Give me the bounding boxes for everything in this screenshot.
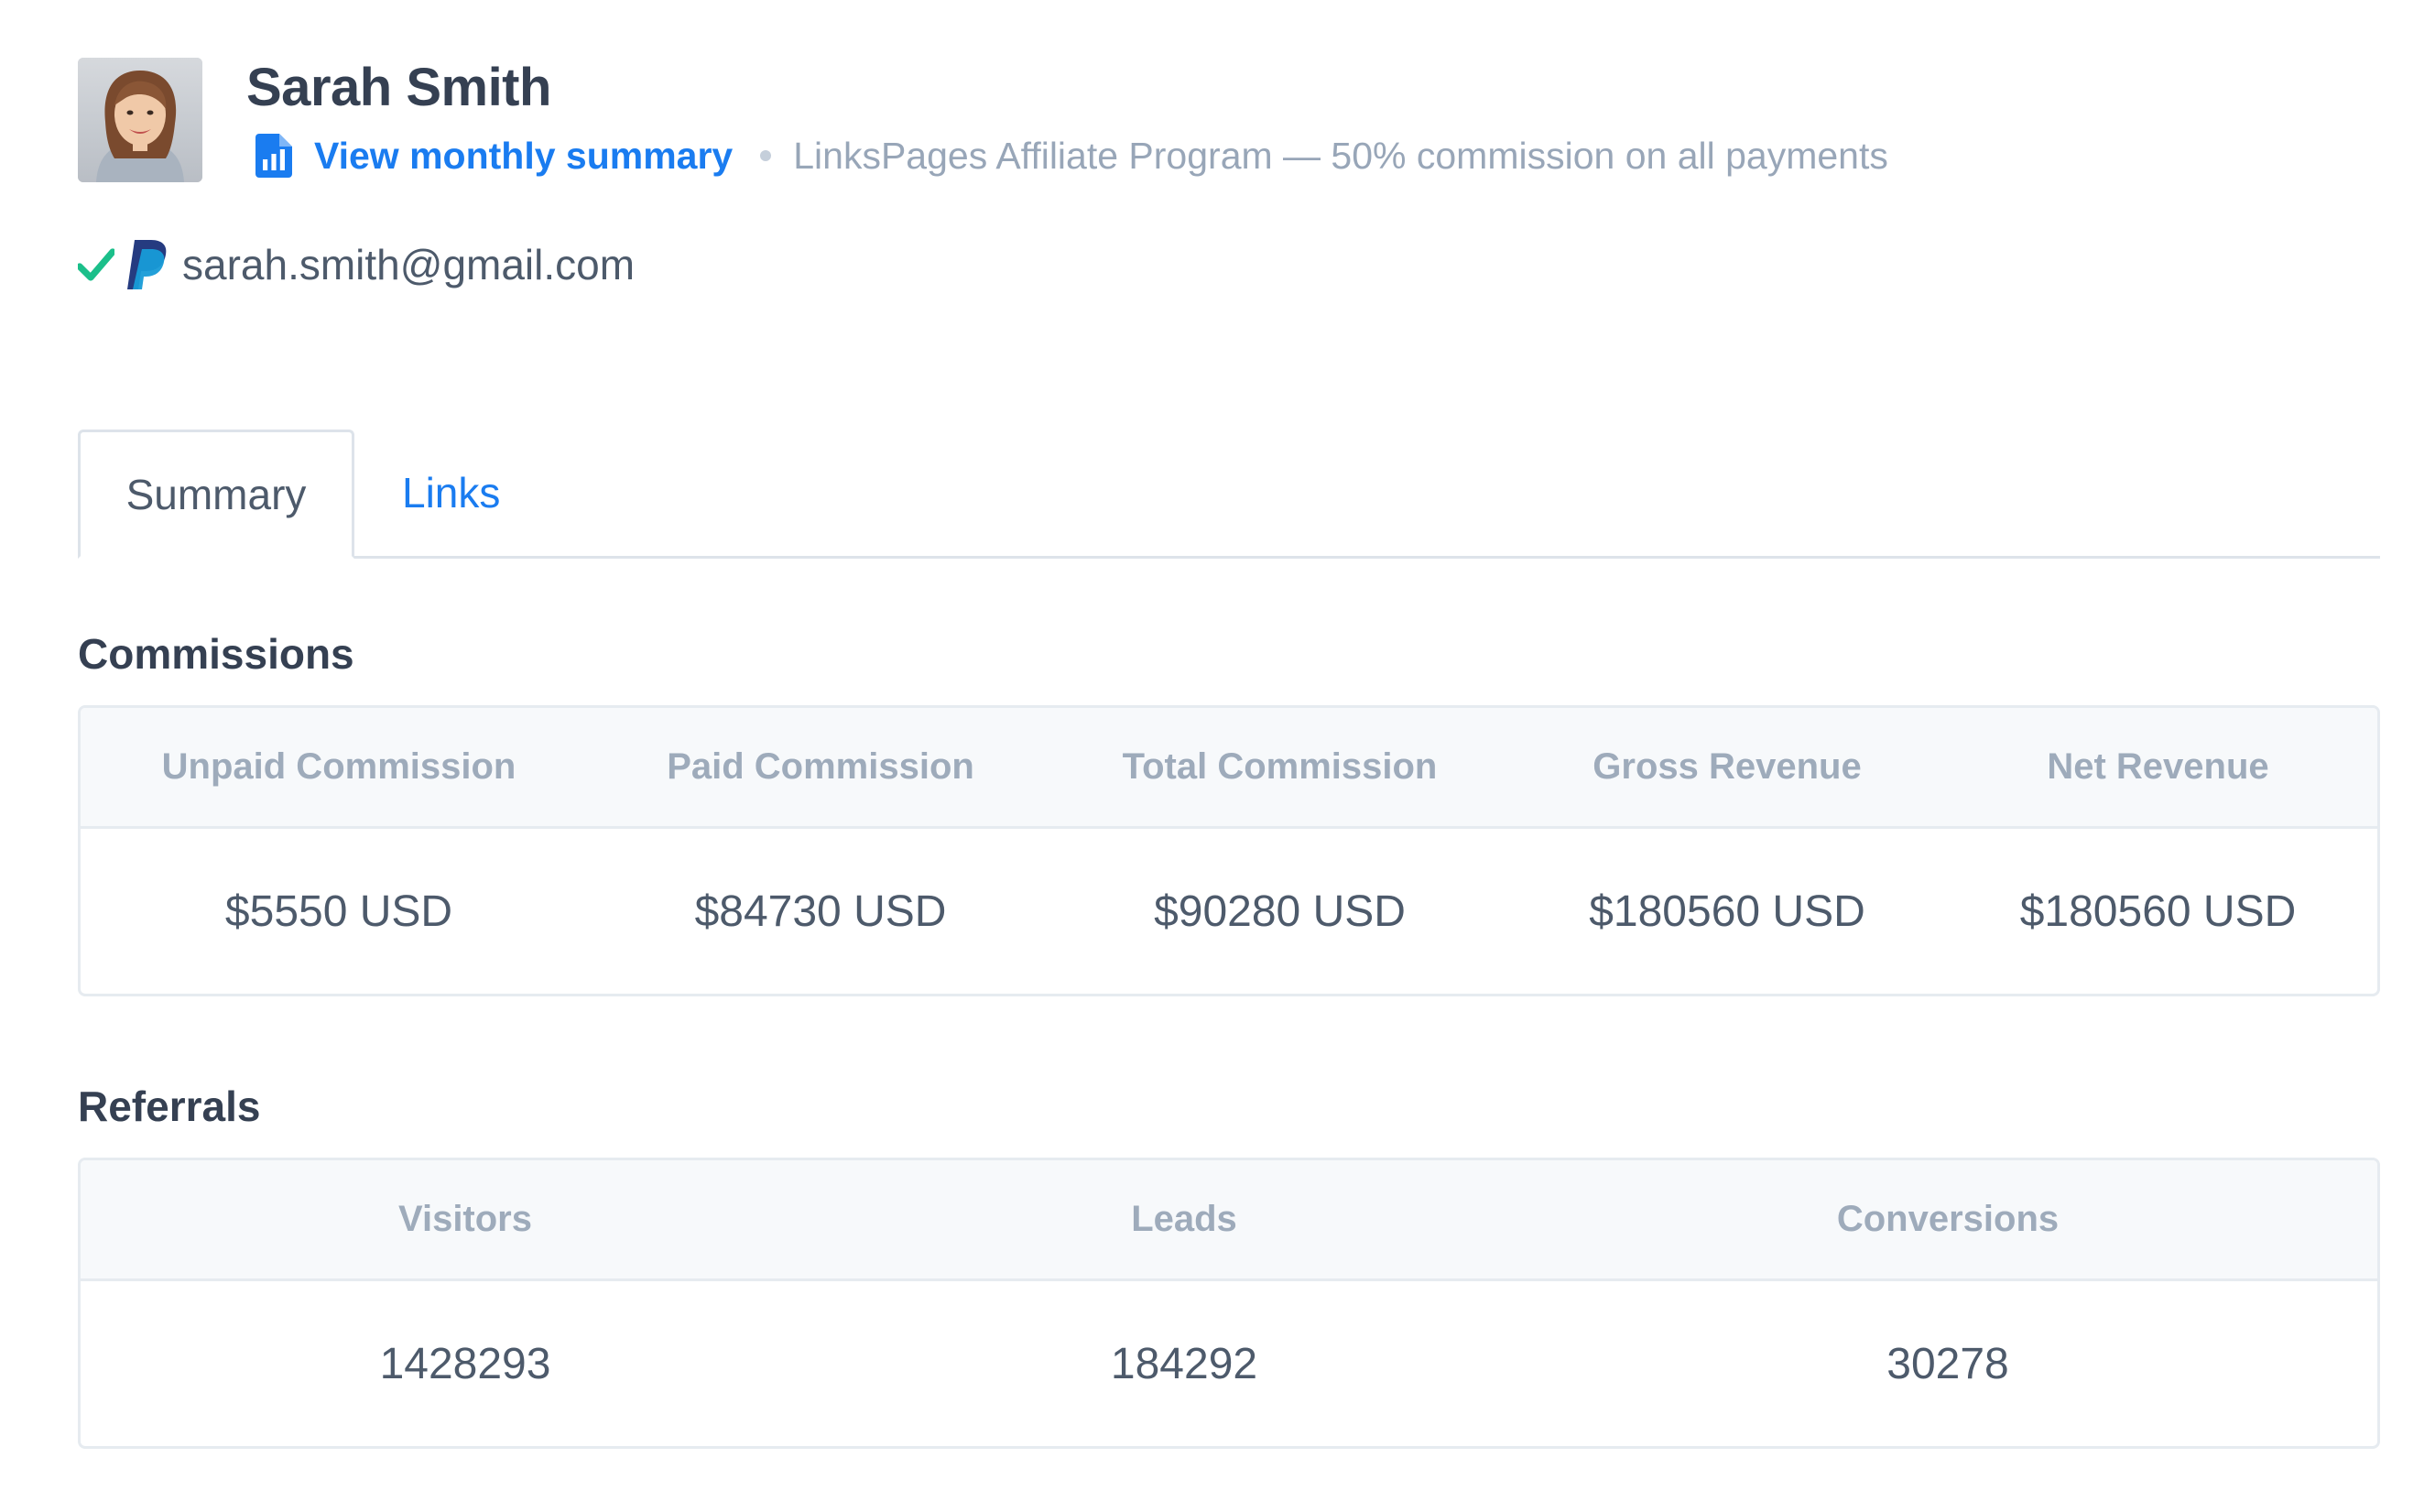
profile-meta: View monthly summary LinksPages Affiliat… xyxy=(246,133,1888,179)
header-text: Sarah Smith View monthly summary LinksPa… xyxy=(246,58,1888,179)
leads-value: 184292 xyxy=(1110,1339,1258,1388)
check-icon xyxy=(78,248,114,281)
visitors-header: Visitors xyxy=(398,1199,532,1239)
affiliate-program: LinksPages Affiliate Program — 50% commi… xyxy=(793,134,1888,177)
tab-summary[interactable]: Summary xyxy=(78,430,354,559)
tab-links-label: Links xyxy=(402,469,501,517)
bar-chart-document-icon xyxy=(255,134,292,178)
commissions-value-row: $5550 USD $84730 USD $90280 USD $180560 … xyxy=(81,829,2377,994)
visitors-value: 1428293 xyxy=(379,1339,551,1388)
view-monthly-summary-link[interactable]: View monthly summary xyxy=(255,134,733,178)
commissions-table: Unpaid Commission Paid Commission Total … xyxy=(78,705,2380,996)
unpaid-commission-value: $5550 USD xyxy=(224,887,453,936)
net-revenue-value: $180560 USD xyxy=(2019,887,2297,936)
payout-email: sarah.smith@gmail.com xyxy=(182,241,636,288)
paypal-icon xyxy=(127,240,167,289)
tab-summary-label: Summary xyxy=(125,470,307,518)
tab-bar: Summary Links xyxy=(78,430,2380,559)
view-monthly-summary-label: View monthly summary xyxy=(314,134,734,177)
total-commission-value: $90280 USD xyxy=(1154,887,1406,936)
total-commission-header: Total Commission xyxy=(1122,746,1438,787)
conversions-header: Conversions xyxy=(1836,1199,2060,1239)
referrals-value-row: 1428293 184292 30278 xyxy=(81,1281,2377,1446)
gross-revenue-value: $180560 USD xyxy=(1589,887,1865,936)
profile-header: Sarah Smith View monthly summary LinksPa… xyxy=(78,58,2357,182)
referrals-header-row: Visitors Leads Conversions xyxy=(81,1160,2377,1281)
unpaid-commission-header: Unpaid Commission xyxy=(161,746,516,787)
tab-links[interactable]: Links xyxy=(354,430,548,556)
referrals-table: Visitors Leads Conversions 1428293 18429… xyxy=(78,1158,2380,1449)
commissions-header-row: Unpaid Commission Paid Commission Total … xyxy=(81,708,2377,829)
affiliate-profile-page: Sarah Smith View monthly summary LinksPa… xyxy=(0,0,2435,1512)
separator-dot xyxy=(760,150,772,161)
commissions-title: Commissions xyxy=(78,630,354,678)
paid-commission-header: Paid Commission xyxy=(667,746,974,787)
affiliate-name: Sarah Smith xyxy=(246,58,551,117)
gross-revenue-header: Gross Revenue xyxy=(1593,746,1862,787)
conversions-value: 30278 xyxy=(1886,1339,2009,1388)
net-revenue-header: Net Revenue xyxy=(2047,746,2269,787)
paid-commission-value: $84730 USD xyxy=(694,887,947,936)
avatar xyxy=(78,58,202,182)
referrals-title: Referrals xyxy=(78,1082,261,1130)
leads-header: Leads xyxy=(1131,1199,1237,1239)
payout-email-row: sarah.smith@gmail.com xyxy=(78,237,2357,292)
avatar-photo xyxy=(78,58,202,182)
